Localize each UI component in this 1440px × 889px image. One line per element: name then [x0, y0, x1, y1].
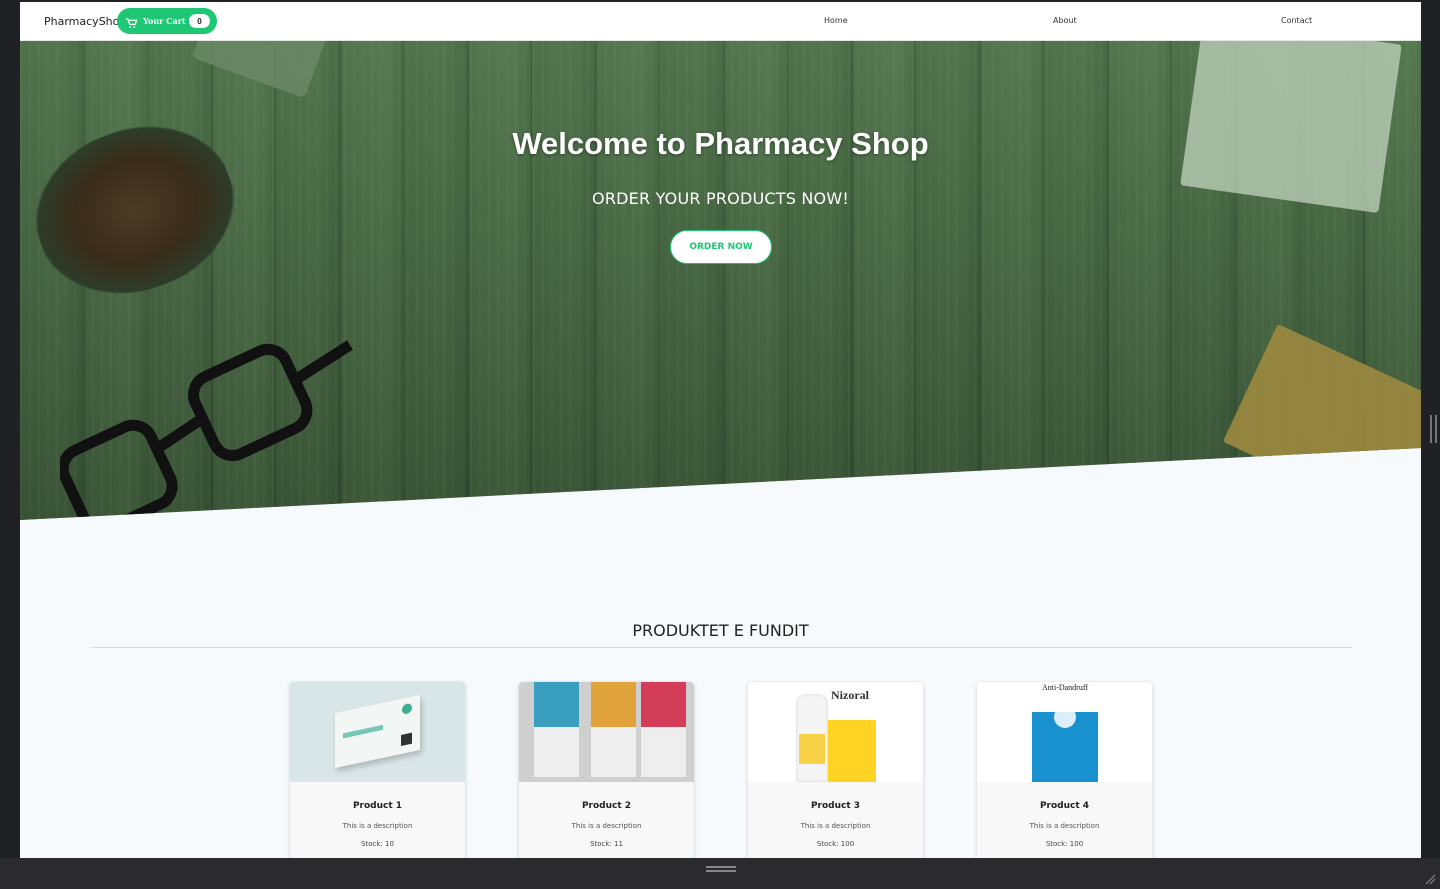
product-name[interactable]: Product 2 [519, 801, 694, 811]
package-graphic: Nizoral [828, 682, 876, 782]
corner-resize-icon[interactable] [1424, 873, 1436, 885]
package-graphic [641, 682, 686, 777]
product-description: This is a description [800, 822, 871, 830]
medicine-box-graphic [335, 694, 420, 769]
hero-decoration-glasses [57, 340, 360, 520]
product-description: This is a description [342, 822, 413, 830]
product-image[interactable]: Nizoral [748, 682, 923, 782]
shopping-cart-icon [126, 16, 138, 28]
product-description: This is a description [571, 822, 642, 830]
nav-link-home[interactable]: Home [824, 16, 848, 25]
order-now-button[interactable]: ORDER NOW [670, 230, 772, 264]
cart-label: Your Cart [143, 16, 186, 26]
product-image[interactable]: Anti-Dandruff [977, 682, 1152, 782]
package-graphic [534, 682, 579, 777]
product-card[interactable]: Anti-Dandruff Product 4 This is a descri… [977, 682, 1152, 858]
resize-grip-icon[interactable] [706, 866, 736, 868]
browser-viewport: PharmacyShop Your Cart 0 Home About Cont… [20, 2, 1421, 858]
product-stock: Stock: 100 [1045, 840, 1084, 848]
bottle-label [799, 734, 825, 764]
product-description: This is a description [1029, 822, 1100, 830]
product-image[interactable] [290, 682, 465, 782]
nav-link-contact[interactable]: Contact [1281, 16, 1312, 25]
vertical-resize-handle[interactable] [1430, 415, 1437, 443]
nav-link-about[interactable]: About [1053, 16, 1077, 25]
hero-title: Welcome to Pharmacy Shop [512, 126, 929, 161]
hero-subtitle: ORDER YOUR PRODUCTS NOW! [592, 189, 849, 208]
resize-grip-icon-line [706, 870, 736, 872]
hero-banner: Welcome to Pharmacy Shop ORDER YOUR PROD… [20, 40, 1421, 520]
product-stock: Stock: 10 [361, 840, 394, 848]
package-top [591, 682, 636, 727]
package-brand-text: Anti-Dandruff [1041, 683, 1089, 692]
package-top [534, 682, 579, 727]
box-qr-code [401, 732, 412, 747]
devtools-resize-bar[interactable] [0, 858, 1440, 889]
box-logo [402, 702, 412, 715]
section-divider [90, 647, 1352, 648]
product-name[interactable]: Product 4 [977, 801, 1152, 811]
product-card[interactable]: Product 1 This is a description Stock: 1… [290, 682, 465, 858]
product-image[interactable] [519, 682, 694, 782]
product-card[interactable]: Product 2 This is a description Stock: 1… [519, 682, 694, 858]
section-title: PRODUKTET E FUNDIT [632, 621, 809, 640]
product-name[interactable]: Product 1 [290, 801, 465, 811]
shampoo-bottle-graphic [796, 694, 828, 782]
product-stock: Stock: 11 [590, 840, 623, 848]
package-brand-text: Nizoral [831, 688, 869, 702]
package-graphic: Anti-Dandruff [1032, 682, 1098, 782]
box-stripe [343, 724, 383, 739]
product-stock: Stock: 100 [816, 840, 855, 848]
product-card[interactable]: Nizoral Product 3 This is a description … [748, 682, 923, 858]
cart-count-badge: 0 [189, 14, 210, 28]
package-top [641, 682, 686, 727]
brand-logo[interactable]: PharmacyShop [44, 15, 126, 28]
navbar: PharmacyShop Your Cart 0 Home About Cont… [20, 2, 1421, 41]
product-name[interactable]: Product 3 [748, 801, 923, 811]
package-graphic [591, 682, 636, 777]
cart-button[interactable]: Your Cart 0 [117, 8, 217, 34]
